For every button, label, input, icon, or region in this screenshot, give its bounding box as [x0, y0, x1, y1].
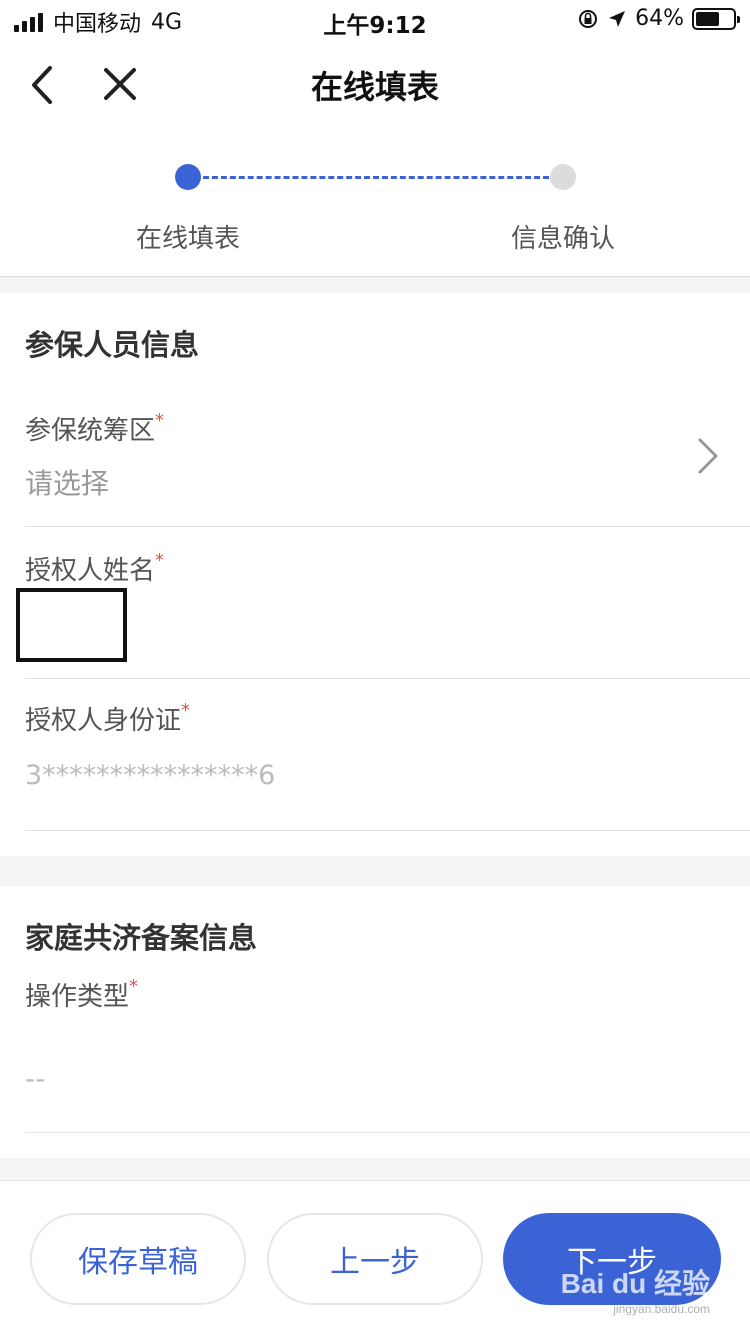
redacted-name-box [16, 588, 127, 662]
watermark-sub: jingyan.baidu.com [613, 1302, 710, 1316]
field-label-id: 授权人身份证* [25, 700, 190, 737]
row-divider [25, 1132, 750, 1133]
field-label-name: 授权人姓名* [25, 550, 164, 587]
save-draft-button[interactable]: 保存草稿 [30, 1213, 246, 1305]
section-gap [0, 856, 750, 886]
operation-type-value: -- [25, 1062, 46, 1095]
watermark: Bai du 经验 jingyan.baidu.com [561, 1262, 710, 1316]
location-arrow-icon [609, 10, 626, 27]
field-label-text: 授权人姓名 [25, 556, 156, 586]
required-mark: * [155, 550, 165, 571]
battery-percent: 64% [635, 6, 684, 31]
field-label-region: 参保统筹区* [25, 410, 164, 447]
watermark-text: Bai du 经验 [560, 1268, 710, 1299]
status-right: 64% [577, 6, 740, 31]
row-divider [25, 678, 750, 679]
step-label-fill: 在线填表 [135, 224, 240, 254]
chevron-right-icon[interactable] [696, 436, 720, 476]
nav-bar: 在线填表 [0, 40, 750, 130]
row-divider [25, 830, 750, 831]
field-label-text: 操作类型 [25, 982, 130, 1012]
page-title: 在线填表 [310, 68, 439, 106]
region-select[interactable]: 请选择 [25, 462, 109, 502]
battery-fill [696, 11, 720, 26]
section-gap [0, 277, 750, 293]
required-mark: * [155, 410, 165, 431]
status-bar: 中国移动 4G 上午9:12 64% [0, 0, 750, 40]
step-dot-inactive [550, 164, 576, 190]
step-dot-active [175, 164, 201, 190]
field-label-text: 授权人身份证 [25, 706, 182, 736]
step-indicator: 在线填表 信息确认 [0, 150, 750, 276]
required-mark: * [129, 976, 139, 997]
section-title-insured: 参保人员信息 [25, 328, 200, 362]
id-number-value: 3****************6 [25, 760, 276, 791]
section-title-family: 家庭共济备案信息 [25, 921, 258, 955]
row-divider [25, 526, 750, 527]
prev-step-button[interactable]: 上一步 [267, 1213, 483, 1305]
required-mark: * [181, 700, 191, 721]
field-label-operation: 操作类型* [25, 976, 138, 1013]
section-gap [0, 1158, 750, 1180]
field-label-text: 参保统筹区 [25, 416, 156, 446]
step-label-confirm: 信息确认 [510, 224, 615, 254]
battery-icon [692, 7, 740, 30]
rotation-lock-icon [579, 9, 598, 28]
step-connector [203, 176, 549, 179]
